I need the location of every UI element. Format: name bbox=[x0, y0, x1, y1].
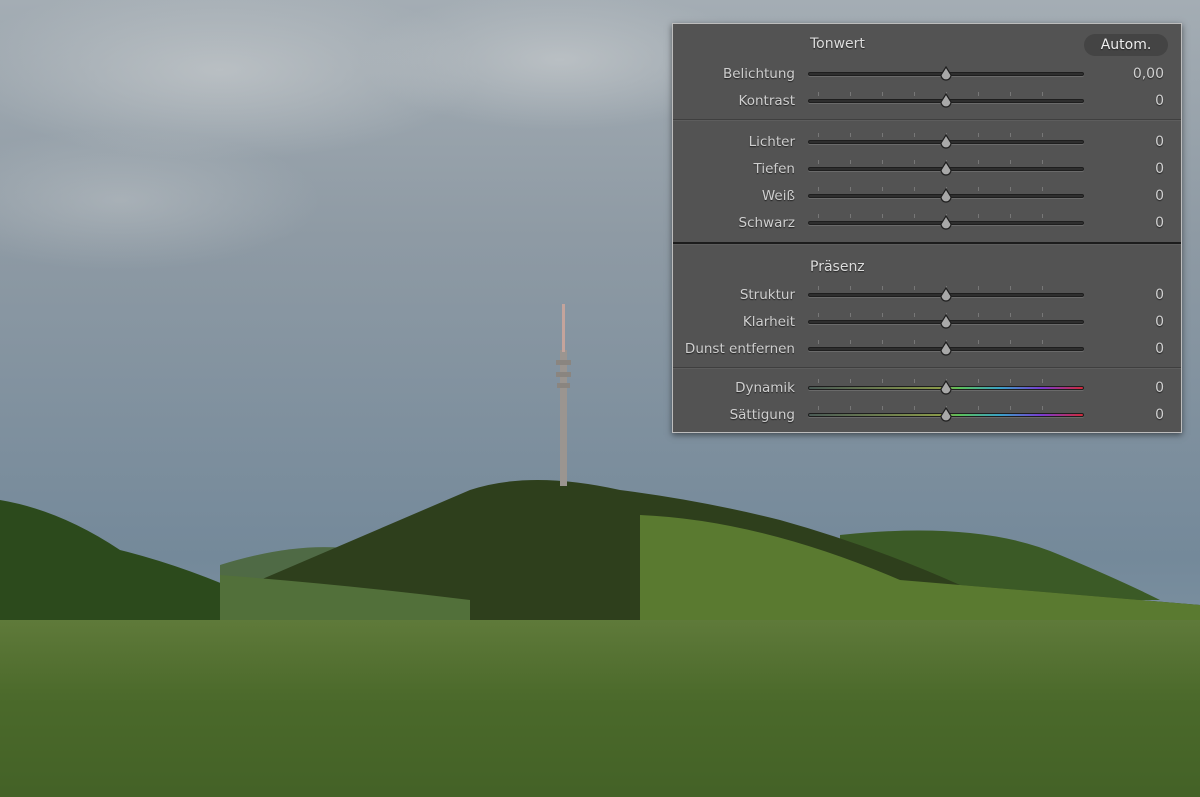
slider-row-dunst-entfernen: Dunst entfernen 0 bbox=[673, 339, 1181, 359]
slider-label: Kontrast bbox=[738, 93, 795, 109]
tiefen-value[interactable]: 0 bbox=[1155, 159, 1164, 179]
auto-button[interactable]: Autom. bbox=[1084, 34, 1168, 56]
slider-row-struktur: Struktur 0 bbox=[673, 285, 1181, 305]
slider-label: Lichter bbox=[748, 134, 795, 150]
divider bbox=[673, 119, 1181, 120]
slider-thumb-icon[interactable] bbox=[939, 314, 953, 330]
lichter-value[interactable]: 0 bbox=[1155, 132, 1164, 152]
dunst-entfernen-value[interactable]: 0 bbox=[1155, 339, 1164, 359]
saettigung-value[interactable]: 0 bbox=[1155, 405, 1164, 425]
weiss-value[interactable]: 0 bbox=[1155, 186, 1164, 206]
slider-thumb-icon[interactable] bbox=[939, 93, 953, 109]
slider-row-kontrast: Kontrast 0 bbox=[673, 91, 1181, 111]
slider-thumb-icon[interactable] bbox=[939, 287, 953, 303]
slider-row-dynamik: Dynamik 0 bbox=[673, 378, 1181, 398]
develop-panel: Tonwert Autom. Präsenz Belichtung 0,00 Ko… bbox=[672, 23, 1182, 433]
slider-label: Tiefen bbox=[753, 161, 795, 177]
slider-thumb-icon[interactable] bbox=[939, 188, 953, 204]
slider-row-weiss: Weiß 0 bbox=[673, 186, 1181, 206]
dynamik-value[interactable]: 0 bbox=[1155, 378, 1164, 398]
slider-row-klarheit: Klarheit 0 bbox=[673, 312, 1181, 332]
slider-row-saettigung: Sättigung 0 bbox=[673, 405, 1181, 425]
slider-label: Struktur bbox=[739, 287, 795, 303]
slider-label: Klarheit bbox=[742, 314, 795, 330]
slider-thumb-icon[interactable] bbox=[939, 134, 953, 150]
tonwert-heading: Tonwert bbox=[810, 36, 865, 52]
slider-thumb-icon[interactable] bbox=[939, 341, 953, 357]
schwarz-value[interactable]: 0 bbox=[1155, 213, 1164, 233]
slider-thumb-icon[interactable] bbox=[939, 215, 953, 231]
praesenz-heading: Präsenz bbox=[810, 259, 865, 275]
slider-row-tiefen: Tiefen 0 bbox=[673, 159, 1181, 179]
slider-label: Sättigung bbox=[729, 407, 795, 423]
slider-label: Schwarz bbox=[738, 215, 796, 231]
slider-label: Weiß bbox=[761, 188, 795, 204]
slider-thumb-icon[interactable] bbox=[939, 380, 953, 396]
slider-thumb-icon[interactable] bbox=[939, 66, 953, 82]
slider-label: Dynamik bbox=[735, 380, 795, 396]
divider bbox=[673, 367, 1181, 368]
slider-row-lichter: Lichter 0 bbox=[673, 132, 1181, 152]
section-divider bbox=[673, 242, 1181, 244]
klarheit-value[interactable]: 0 bbox=[1155, 312, 1164, 332]
slider-thumb-icon[interactable] bbox=[939, 407, 953, 423]
slider-label: Dunst entfernen bbox=[684, 341, 795, 357]
slider-thumb-icon[interactable] bbox=[939, 161, 953, 177]
slider-row-schwarz: Schwarz 0 bbox=[673, 213, 1181, 233]
belichtung-value[interactable]: 0,00 bbox=[1133, 64, 1164, 84]
slider-row-belichtung: Belichtung 0,00 bbox=[673, 64, 1181, 84]
slider-label: Belichtung bbox=[722, 66, 795, 82]
struktur-value[interactable]: 0 bbox=[1155, 285, 1164, 305]
kontrast-value[interactable]: 0 bbox=[1155, 91, 1164, 111]
